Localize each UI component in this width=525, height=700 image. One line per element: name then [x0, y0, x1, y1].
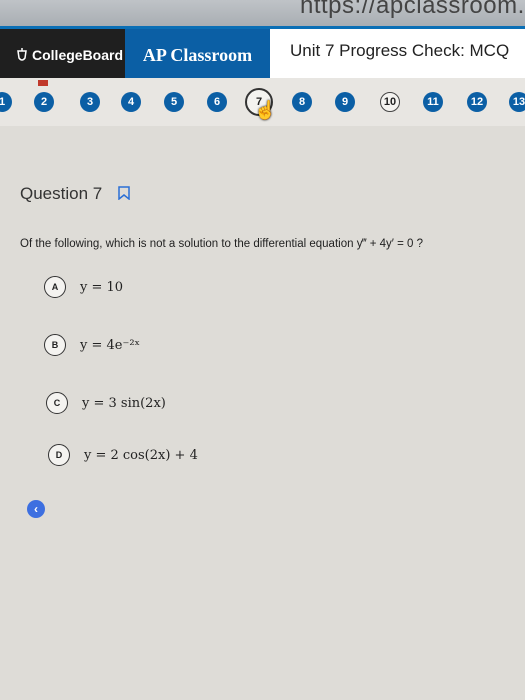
choice-text: y = 10: [80, 279, 124, 295]
ap-classroom-tab[interactable]: AP Classroom: [125, 29, 270, 81]
unit-title: Unit 7 Progress Check: MCQ: [290, 41, 510, 60]
choice-letter: B: [44, 334, 66, 356]
question-11-button[interactable]: 11: [423, 92, 443, 112]
chevron-left-icon: ‹: [34, 502, 38, 516]
question-panel: Question 7 Of the following, which is no…: [0, 126, 525, 700]
question-12-button[interactable]: 12: [467, 92, 487, 112]
question-8-button[interactable]: 8: [292, 92, 312, 112]
collegeboard-logo[interactable]: CollegeBoard: [0, 29, 125, 81]
question-prompt: Of the following, which is not a solutio…: [20, 238, 424, 250]
question-6-button[interactable]: 6: [207, 92, 227, 112]
choice-text: y = 3 sin(2x): [82, 395, 166, 411]
choice-letter: D: [48, 444, 70, 466]
choice-letter: C: [46, 392, 68, 414]
bookmark-icon[interactable]: [118, 186, 130, 205]
choice-text: y = 2 cos(2x) + 4: [84, 447, 198, 463]
choice-b[interactable]: B y = 4e⁻²ˣ: [44, 334, 140, 356]
question-4-button[interactable]: 4: [121, 92, 141, 112]
question-13-button[interactable]: 13: [509, 92, 525, 112]
question-5-button[interactable]: 5: [164, 92, 184, 112]
flag-marker-icon: [38, 80, 48, 86]
question-3-button[interactable]: 3: [80, 92, 100, 112]
choice-c[interactable]: C y = 3 sin(2x): [46, 392, 166, 414]
browser-bar: https://apclassroom.c: [0, 0, 525, 26]
brand-name: CollegeBoard: [32, 47, 124, 63]
choice-text: y = 4e⁻²ˣ: [80, 337, 141, 353]
acorn-icon: [17, 48, 27, 61]
question-1-button[interactable]: 1: [0, 92, 12, 112]
url-bar[interactable]: https://apclassroom.c: [300, 0, 525, 20]
back-button[interactable]: ‹: [27, 500, 45, 518]
choice-a[interactable]: A y = 10: [44, 276, 123, 298]
question-10-button[interactable]: 10: [380, 92, 400, 112]
hand-cursor-icon: ☝: [254, 100, 277, 120]
question-2-button[interactable]: 2: [34, 92, 54, 112]
app-header: CollegeBoard AP Classroom Unit 7 Progres…: [0, 26, 525, 81]
question-9-button[interactable]: 9: [335, 92, 355, 112]
choice-d[interactable]: D y = 2 cos(2x) + 4: [48, 444, 198, 466]
question-title: Question 7: [20, 184, 103, 203]
choice-letter: A: [44, 276, 66, 298]
